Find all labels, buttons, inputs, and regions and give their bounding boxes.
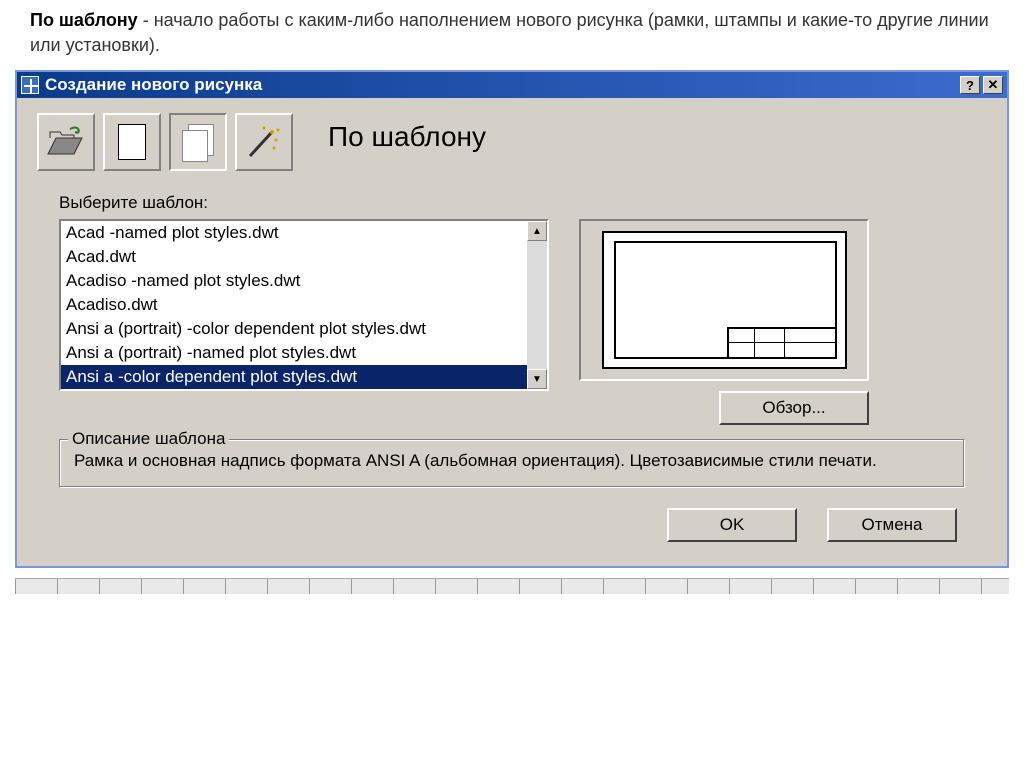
description-groupbox: Описание шаблона Рамка и основная надпис… [59, 439, 965, 488]
list-item[interactable]: Acad.dwt [61, 245, 527, 269]
magic-wand-icon [244, 122, 284, 162]
intro-text: По шаблону - начало работы с каким-либо … [0, 0, 1024, 70]
list-item[interactable]: Ansi a -color dependent plot styles.dwt [61, 365, 527, 389]
start-from-scratch-button[interactable] [103, 113, 161, 171]
select-template-label: Выберите шаблон: [59, 193, 987, 213]
list-item[interactable]: Ansi a (portrait) -named plot styles.dwt [61, 341, 527, 365]
list-item[interactable]: Acadiso.dwt [61, 293, 527, 317]
dialog-body: По шаблону Выберите шаблон: Acad -named … [17, 98, 1007, 566]
blank-page-icon [118, 124, 146, 160]
titlebar-buttons: ? ✕ [960, 76, 1003, 94]
mode-row: По шаблону [37, 113, 987, 171]
description-text: Рамка и основная надпись формата ANSI A … [74, 450, 950, 473]
description-legend: Описание шаблона [68, 429, 229, 449]
ok-button[interactable]: OK [667, 508, 797, 542]
list-item[interactable]: Acad -named plot styles.dwt [61, 221, 527, 245]
open-drawing-button[interactable] [37, 113, 95, 171]
mode-buttons [37, 113, 293, 171]
template-listbox[interactable]: Acad -named plot styles.dwtAcad.dwtAcadi… [59, 219, 549, 391]
close-button[interactable]: ✕ [983, 76, 1003, 94]
scroll-up-button[interactable]: ▲ [527, 221, 547, 241]
listbox-scrollbar[interactable]: ▲ ▼ [527, 221, 547, 389]
list-item[interactable]: Ansi a (portrait) -color dependent plot … [61, 317, 527, 341]
mode-title: По шаблону [328, 121, 486, 153]
use-wizard-button[interactable] [235, 113, 293, 171]
intro-bold: По шаблону [30, 10, 138, 30]
preview-drawing [602, 231, 847, 369]
browse-button[interactable]: Обзор... [719, 391, 869, 425]
template-pages-icon [182, 124, 214, 160]
scroll-down-button[interactable]: ▼ [527, 369, 547, 389]
window-icon [21, 76, 39, 94]
preview-column: Обзор... [579, 219, 869, 425]
dialog-window: Создание нового рисунка ? ✕ [15, 70, 1009, 568]
list-item[interactable]: Acadiso -named plot styles.dwt [61, 269, 527, 293]
intro-rest: - начало работы с каким-либо наполнением… [30, 10, 989, 55]
bottom-ruler [15, 578, 1009, 594]
dialog-button-row: OK Отмена [37, 488, 987, 548]
folder-open-icon [46, 124, 86, 160]
titlebar: Создание нового рисунка ? ✕ [17, 72, 1007, 98]
template-preview [579, 219, 869, 381]
cancel-button[interactable]: Отмена [827, 508, 957, 542]
use-template-button[interactable] [169, 113, 227, 171]
help-button[interactable]: ? [960, 76, 980, 94]
middle-row: Acad -named plot styles.dwtAcad.dwtAcadi… [37, 219, 987, 425]
window-title: Создание нового рисунка [45, 75, 960, 95]
